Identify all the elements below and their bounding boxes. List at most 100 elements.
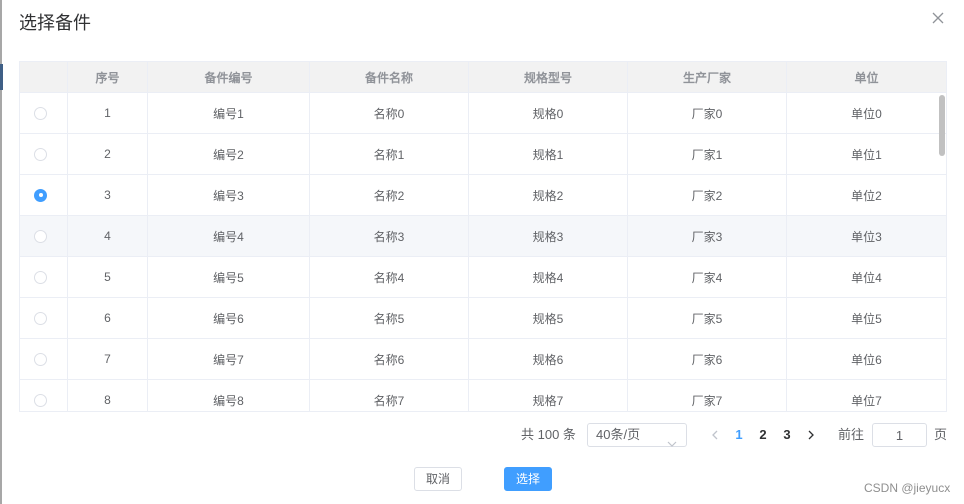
- table-row[interactable]: 1 编号1 名称0 规格0 厂家0 单位0: [20, 93, 946, 134]
- cell-unit: 单位3: [851, 229, 882, 244]
- row-radio[interactable]: [34, 270, 47, 284]
- row-radio[interactable]: [34, 147, 47, 161]
- cell-index: 8: [68, 380, 148, 411]
- cell-name: 名称0: [310, 93, 469, 133]
- header-unit: 单位: [854, 70, 879, 85]
- cell-unit: 单位2: [851, 188, 882, 203]
- radio-cell[interactable]: [20, 339, 68, 379]
- radio-cell[interactable]: [20, 175, 68, 215]
- row-radio[interactable]: [34, 188, 47, 202]
- chevron-right-icon[interactable]: [805, 423, 817, 447]
- cell-code: 编号7: [148, 339, 310, 379]
- header-spec: 规格型号: [469, 62, 628, 92]
- radio-cell[interactable]: [20, 216, 68, 256]
- header-maker: 生产厂家: [628, 62, 787, 92]
- cell-spec: 规格4: [469, 257, 628, 297]
- watermark: CSDN @jieyucx: [864, 481, 951, 495]
- cell-name: 名称3: [310, 216, 469, 256]
- cell-unit: 单位1: [851, 147, 882, 162]
- goto-label: 前往: [838, 427, 865, 442]
- cell-maker: 厂家0: [628, 93, 787, 133]
- close-icon[interactable]: [932, 12, 944, 24]
- header-index: 序号: [68, 62, 148, 92]
- cell-code: 编号4: [148, 216, 310, 256]
- cell-code: 编号1: [148, 93, 310, 133]
- cell-index: 5: [68, 257, 148, 297]
- cell-maker: 厂家6: [628, 339, 787, 379]
- cell-spec: 规格0: [469, 93, 628, 133]
- cell-spec: 规格7: [469, 380, 628, 411]
- pagination-total: 共 100 条: [521, 427, 576, 442]
- cell-name: 名称1: [310, 134, 469, 174]
- cell-maker: 厂家4: [628, 257, 787, 297]
- page-size-value: 40条/页: [596, 427, 641, 442]
- cell-spec: 规格2: [469, 175, 628, 215]
- chevron-left-icon[interactable]: [708, 423, 720, 447]
- table-row[interactable]: 7 编号7 名称6 规格6 厂家6 单位6: [20, 339, 946, 380]
- cell-unit: 单位4: [851, 270, 882, 285]
- table-row[interactable]: 6 编号6 名称5 规格5 厂家5 单位5: [20, 298, 946, 339]
- cell-unit: 单位7: [851, 393, 882, 408]
- cell-maker: 厂家2: [628, 175, 787, 215]
- cell-spec: 规格5: [469, 298, 628, 338]
- table-row[interactable]: 2 编号2 名称1 规格1 厂家1 单位1: [20, 134, 946, 175]
- row-radio[interactable]: [34, 106, 47, 120]
- row-radio[interactable]: [34, 352, 47, 366]
- row-radio[interactable]: [34, 393, 47, 407]
- cell-code: 编号5: [148, 257, 310, 297]
- cell-spec: 规格3: [469, 216, 628, 256]
- table-row[interactable]: 8 编号8 名称7 规格7 厂家7 单位7: [20, 380, 946, 411]
- cell-index: 6: [68, 298, 148, 338]
- parts-table: 序号 备件编号 备件名称 规格型号 生产厂家 单位 1 编号1 名称0 规格0 厂家0 单…: [19, 61, 947, 412]
- goto-page-input[interactable]: [872, 423, 927, 447]
- table-header: 序号 备件编号 备件名称 规格型号 生产厂家 单位: [20, 62, 946, 93]
- cell-name: 名称2: [310, 175, 469, 215]
- cell-name: 名称4: [310, 257, 469, 297]
- header-name: 备件名称: [310, 62, 469, 92]
- cell-unit: 单位5: [851, 311, 882, 326]
- header-code: 备件编号: [148, 62, 310, 92]
- table-row[interactable]: 4 编号4 名称3 规格3 厂家3 单位3: [20, 216, 946, 257]
- page-number-1[interactable]: 1: [727, 423, 751, 447]
- cell-maker: 厂家1: [628, 134, 787, 174]
- cell-code: 编号2: [148, 134, 310, 174]
- table-scrollbar[interactable]: [939, 95, 945, 156]
- radio-cell[interactable]: [20, 298, 68, 338]
- select-button[interactable]: 选择: [504, 467, 552, 491]
- header-radio: [20, 62, 68, 92]
- table-row[interactable]: 3 编号3 名称2 规格2 厂家2 单位2: [20, 175, 946, 216]
- cell-index: 3: [68, 175, 148, 215]
- table-row[interactable]: 5 编号5 名称4 规格4 厂家4 单位4: [20, 257, 946, 298]
- cancel-button[interactable]: 取消: [414, 467, 462, 491]
- cell-code: 编号3: [148, 175, 310, 215]
- cell-code: 编号8: [148, 380, 310, 411]
- cell-name: 名称5: [310, 298, 469, 338]
- cell-index: 4: [68, 216, 148, 256]
- cell-unit: 单位0: [851, 106, 882, 121]
- cell-code: 编号6: [148, 298, 310, 338]
- goto-suffix: 页: [934, 427, 948, 442]
- cell-maker: 厂家7: [628, 380, 787, 411]
- page-number-3[interactable]: 3: [775, 423, 799, 447]
- radio-cell[interactable]: [20, 134, 68, 174]
- cell-name: 名称6: [310, 339, 469, 379]
- page-number-2[interactable]: 2: [751, 423, 775, 447]
- row-radio[interactable]: [34, 311, 47, 325]
- chevron-down-icon: [667, 432, 677, 454]
- page-size-select[interactable]: 40条/页: [587, 423, 687, 447]
- row-radio[interactable]: [34, 229, 47, 243]
- cell-index: 7: [68, 339, 148, 379]
- radio-cell[interactable]: [20, 380, 68, 411]
- radio-cell[interactable]: [20, 257, 68, 297]
- cell-maker: 厂家5: [628, 298, 787, 338]
- cell-spec: 规格6: [469, 339, 628, 379]
- table-body: 1 编号1 名称0 规格0 厂家0 单位0 2 编号2 名称1 规格1 厂家1 单位1 3 编号3 名称2 规…: [20, 93, 946, 411]
- cell-spec: 规格1: [469, 134, 628, 174]
- cell-name: 名称7: [310, 380, 469, 411]
- cell-unit: 单位6: [851, 352, 882, 367]
- cell-index: 2: [68, 134, 148, 174]
- dialog-title: 选择备件: [19, 13, 91, 33]
- radio-cell[interactable]: [20, 93, 68, 133]
- backdrop-edge-block: [0, 64, 3, 90]
- cell-index: 1: [68, 93, 148, 133]
